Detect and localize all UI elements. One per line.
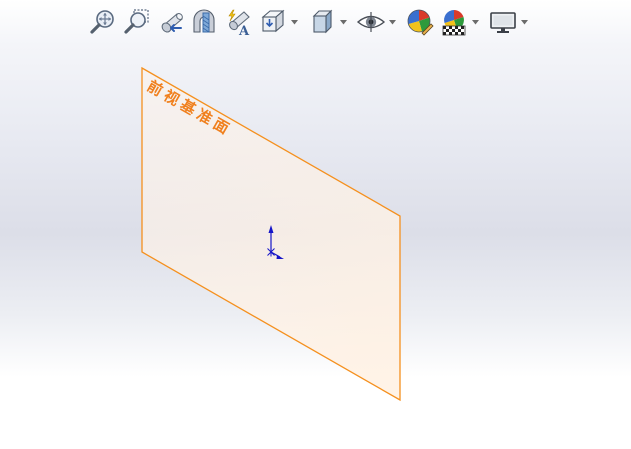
chevron-down-icon bbox=[291, 19, 298, 24]
edit-appearance-icon bbox=[407, 9, 434, 36]
zoom-to-area-button[interactable] bbox=[120, 5, 154, 39]
chevron-down-icon bbox=[472, 19, 479, 24]
apply-scene-dropdown[interactable] bbox=[471, 5, 480, 39]
view-orientation-icon bbox=[261, 9, 285, 33]
dynamic-annotation-views-icon: A bbox=[228, 9, 250, 36]
view-settings-button[interactable] bbox=[486, 5, 520, 39]
monitor-icon bbox=[490, 12, 516, 33]
model-scene: 前视基准面 bbox=[141, 66, 401, 402]
view-orientation-dropdown[interactable] bbox=[290, 5, 299, 39]
zoom-to-fit-button[interactable] bbox=[86, 5, 120, 39]
view-orientation-button[interactable] bbox=[256, 5, 290, 39]
svg-text:A: A bbox=[238, 24, 250, 36]
section-view-button[interactable] bbox=[188, 5, 222, 39]
front-plane[interactable]: 前视基准面 bbox=[141, 66, 401, 402]
apply-scene-button[interactable] bbox=[437, 5, 471, 39]
chevron-down-icon bbox=[389, 19, 396, 24]
hide-show-items-button[interactable] bbox=[354, 5, 388, 39]
previous-view-icon bbox=[161, 13, 183, 33]
edit-appearance-button[interactable] bbox=[403, 5, 437, 39]
hide-show-items-dropdown[interactable] bbox=[388, 5, 397, 39]
zoom-to-fit-icon bbox=[90, 10, 114, 34]
front-plane-outline[interactable] bbox=[141, 66, 401, 402]
heads-up-view-toolbar: A bbox=[86, 4, 535, 40]
display-style-icon bbox=[312, 9, 333, 34]
apply-scene-icon bbox=[442, 10, 466, 36]
display-style-button[interactable] bbox=[305, 5, 339, 39]
chevron-down-icon bbox=[521, 19, 528, 24]
section-view-icon bbox=[193, 9, 215, 33]
view-settings-dropdown[interactable] bbox=[520, 5, 529, 39]
display-style-dropdown[interactable] bbox=[339, 5, 348, 39]
zoom-to-area-icon bbox=[124, 9, 149, 34]
graphics-area[interactable]: A 前视基准面 bbox=[0, 0, 631, 449]
chevron-down-icon bbox=[340, 19, 347, 24]
previous-view-button[interactable] bbox=[154, 5, 188, 39]
dynamic-annotation-views-button[interactable]: A bbox=[222, 5, 256, 39]
eye-icon bbox=[356, 12, 386, 32]
